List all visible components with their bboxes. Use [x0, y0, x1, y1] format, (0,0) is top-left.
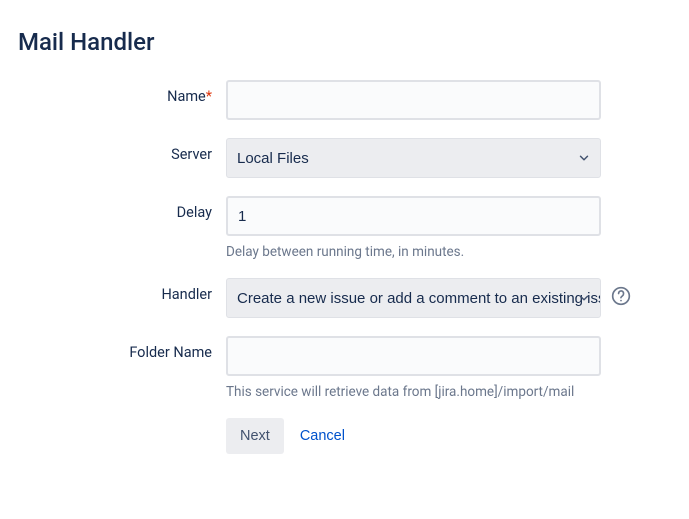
handler-select[interactable]: Create a new issue or add a comment to a… — [226, 278, 601, 318]
label-name-text: Name — [167, 88, 206, 105]
name-field[interactable] — [226, 80, 601, 120]
page-title: Mail Handler — [18, 28, 671, 56]
row-handler: Handler Create a new issue or add a comm… — [18, 278, 671, 318]
mail-handler-form: Name* Server Local Files Delay Delay bet… — [18, 80, 671, 454]
row-folder: Folder Name This service will retrieve d… — [18, 336, 671, 400]
cancel-button[interactable]: Cancel — [300, 428, 345, 444]
label-name: Name* — [18, 80, 226, 105]
delay-field[interactable] — [226, 196, 601, 236]
label-server: Server — [18, 138, 226, 163]
delay-help-text: Delay between running time, in minutes. — [226, 244, 601, 260]
row-actions: Next Cancel — [18, 418, 671, 454]
help-icon[interactable] — [611, 286, 631, 306]
label-delay: Delay — [18, 196, 226, 221]
folder-name-field[interactable] — [226, 336, 601, 376]
label-handler: Handler — [18, 278, 226, 303]
folder-help-text: This service will retrieve data from [ji… — [226, 384, 601, 400]
label-folder: Folder Name — [18, 336, 226, 361]
next-button[interactable]: Next — [226, 418, 284, 454]
row-server: Server Local Files — [18, 138, 671, 178]
server-select[interactable]: Local Files — [226, 138, 601, 178]
row-delay: Delay Delay between running time, in min… — [18, 196, 671, 260]
row-name: Name* — [18, 80, 671, 120]
required-mark: * — [206, 88, 212, 105]
